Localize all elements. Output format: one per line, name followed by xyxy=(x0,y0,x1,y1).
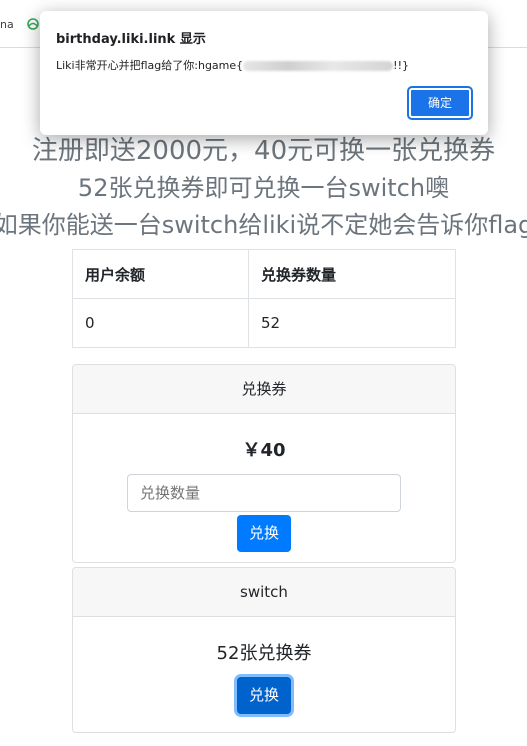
redeem-switch-button[interactable]: 兑换 xyxy=(236,677,291,714)
dialog-title: birthday.liki.link 显示 xyxy=(56,32,206,47)
voucher-count-header: 兑换券数量 xyxy=(247,249,457,299)
intro-line-3: 如果你能送一台switch给liki说不定她会告诉你flag xyxy=(0,211,527,239)
voucher-card-header: 兑换券 xyxy=(73,365,455,414)
switch-cost: 52张兑换券 xyxy=(216,643,312,664)
alert-dialog: birthday.liki.link 显示 Liki非常开心并把flag给了你:… xyxy=(40,11,488,135)
intro-text: 注册即送2000元，40元可换一张兑换券 52张兑换券即可兑换一台switch噢… xyxy=(0,132,527,244)
switch-card-body: 52张兑换券 兑换 xyxy=(73,639,455,714)
table-header-row: 用户余额 兑换券数量 xyxy=(72,249,457,299)
voucher-quantity-input[interactable] xyxy=(127,474,401,512)
balance-table: 用户余额 兑换券数量 0 52 xyxy=(72,249,457,348)
balance-header: 用户余额 xyxy=(72,249,249,299)
dialog-message: Liki非常开心并把flag给了你:hgame{!!} xyxy=(56,57,409,73)
redacted-flag xyxy=(243,61,394,71)
bookmark-label[interactable]: na xyxy=(0,18,14,31)
bookmark-icon[interactable] xyxy=(26,17,40,31)
intro-line-1: 注册即送2000元，40元可换一张兑换券 xyxy=(31,136,496,166)
switch-card: switch 52张兑换券 兑换 xyxy=(72,567,456,733)
dialog-message-prefix: Liki非常开心并把flag给了你:hgame{ xyxy=(56,59,244,72)
dialog-message-suffix: !!} xyxy=(393,59,409,72)
voucher-card: 兑换券 ￥40 兑换 xyxy=(72,364,456,563)
redeem-voucher-button[interactable]: 兑换 xyxy=(236,515,291,552)
table-row: 0 52 xyxy=(72,298,457,348)
dialog-ok-button[interactable]: 确定 xyxy=(407,86,473,120)
intro-line-2: 52张兑换券即可兑换一台switch噢 xyxy=(77,174,450,202)
voucher-price: ￥40 xyxy=(242,440,286,461)
switch-card-header: switch xyxy=(73,568,455,617)
voucher-card-body: ￥40 兑换 xyxy=(73,436,455,552)
voucher-count-value: 52 xyxy=(247,298,457,348)
balance-value: 0 xyxy=(72,298,249,348)
